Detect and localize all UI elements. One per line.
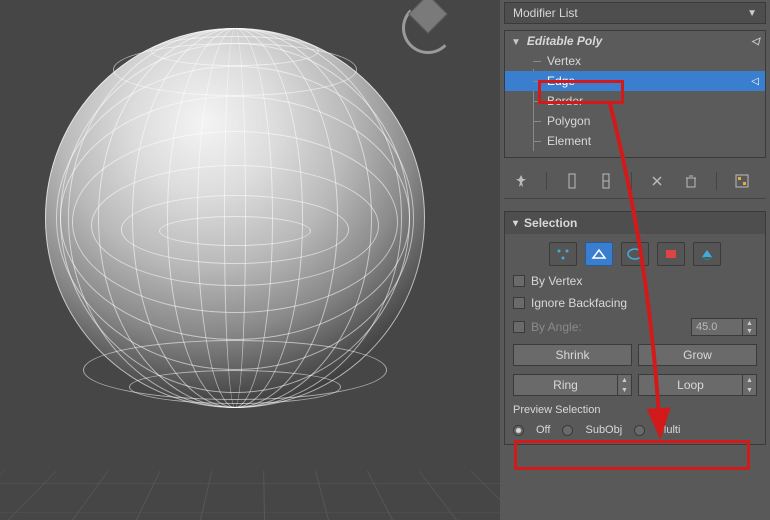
checkbox-icon xyxy=(513,321,525,333)
chevron-down-icon: ▼ xyxy=(747,8,757,19)
subobject-label: Edge xyxy=(547,74,575,88)
by-angle-row: By Angle: ▲▼ xyxy=(513,318,757,336)
flyout-icon: ◁ xyxy=(751,36,759,47)
preview-selection-label: Preview Selection xyxy=(513,404,757,416)
loop-spinner[interactable]: ▲▼ xyxy=(743,374,757,396)
selection-rollout-header[interactable]: ▾ Selection xyxy=(505,212,765,234)
subobject-element[interactable]: Element xyxy=(505,131,765,151)
spinner-down-icon: ▼ xyxy=(743,385,756,395)
by-angle-label: By Angle: xyxy=(531,320,582,334)
viewport-3d[interactable] xyxy=(0,0,500,520)
subobject-label: Element xyxy=(547,134,591,148)
preview-selection-radios: Off SubObj Multi xyxy=(513,424,757,436)
subobject-label: Polygon xyxy=(547,114,590,128)
select-polygon-icon[interactable] xyxy=(657,242,685,266)
ring-spinner[interactable]: ▲▼ xyxy=(618,374,632,396)
radio-multi-label: Multi xyxy=(657,424,680,436)
shrink-label: Shrink xyxy=(513,344,632,366)
select-border-icon[interactable] xyxy=(621,242,649,266)
grow-label: Grow xyxy=(638,344,757,366)
subobject-border[interactable]: Border xyxy=(505,91,765,111)
subobject-polygon[interactable]: Polygon xyxy=(505,111,765,131)
loop-label: Loop xyxy=(638,374,743,396)
modifier-stack: ▼ Editable Poly ◁ Vertex Edge ◁ Border Po… xyxy=(504,30,766,158)
loop-button[interactable]: Loop ▲▼ xyxy=(638,374,757,396)
shrink-button[interactable]: Shrink xyxy=(513,344,632,366)
sphere-object[interactable] xyxy=(45,28,425,408)
by-vertex-checkbox[interactable]: By Vertex xyxy=(513,274,757,288)
modifier-list-label: Modifier List xyxy=(513,6,578,20)
ignore-backfacing-checkbox[interactable]: Ignore Backfacing xyxy=(513,296,757,310)
collapse-arrow-icon: ▾ xyxy=(513,218,518,229)
modifier-list-dropdown[interactable]: Modifier List ▼ xyxy=(504,2,766,24)
make-unique-icon[interactable] xyxy=(597,172,615,190)
subobject-icon-row xyxy=(513,242,757,266)
ring-label: Ring xyxy=(513,374,618,396)
ignore-backfacing-label: Ignore Backfacing xyxy=(531,296,627,310)
radio-off[interactable] xyxy=(513,425,524,436)
stack-root[interactable]: ▼ Editable Poly ◁ xyxy=(505,31,765,51)
by-angle-spinner: ▲▼ xyxy=(691,318,757,336)
flyout-icon: ◁ xyxy=(751,76,759,87)
subobject-label: Border xyxy=(547,94,583,108)
select-edge-icon[interactable] xyxy=(585,242,613,266)
stack-toolshelf xyxy=(504,164,766,199)
checkbox-icon xyxy=(513,275,525,287)
spinner-up-icon: ▲ xyxy=(743,319,756,327)
remove-modifier-icon[interactable] xyxy=(648,172,666,190)
by-vertex-label: By Vertex xyxy=(531,274,582,288)
by-angle-input xyxy=(691,318,743,336)
grow-button[interactable]: Grow xyxy=(638,344,757,366)
trash-icon[interactable] xyxy=(682,172,700,190)
pin-icon[interactable] xyxy=(512,172,530,190)
select-element-icon[interactable] xyxy=(693,242,721,266)
radio-subobj-label: SubObj xyxy=(585,424,622,436)
stack-root-label: Editable Poly xyxy=(527,34,602,48)
subobject-edge[interactable]: Edge ◁ xyxy=(505,71,765,91)
radio-subobj[interactable] xyxy=(562,425,573,436)
spinner-down-icon: ▼ xyxy=(743,327,756,335)
collapse-arrow-icon: ▼ xyxy=(511,37,521,48)
select-vertex-icon[interactable] xyxy=(549,242,577,266)
radio-multi[interactable] xyxy=(634,425,645,436)
radio-off-label: Off xyxy=(536,424,550,436)
subobject-vertex[interactable]: Vertex xyxy=(505,51,765,71)
ring-button[interactable]: Ring ▲▼ xyxy=(513,374,632,396)
ground-grid xyxy=(0,471,500,520)
subobject-label: Vertex xyxy=(547,54,581,68)
spinner-down-icon: ▼ xyxy=(618,385,631,395)
configure-icon[interactable] xyxy=(733,172,751,190)
show-end-result-icon[interactable] xyxy=(563,172,581,190)
spinner-up-icon: ▲ xyxy=(743,375,756,385)
modify-panel: Modifier List ▼ ▼ Editable Poly ◁ Vertex … xyxy=(500,0,770,520)
checkbox-icon xyxy=(513,297,525,309)
spinner-up-icon: ▲ xyxy=(618,375,631,385)
viewcube[interactable] xyxy=(392,0,464,64)
sphere-mesh xyxy=(45,28,425,408)
selection-rollout: ▾ Selection By Vertex Ignore Backfacing xyxy=(504,211,766,445)
selection-title: Selection xyxy=(524,216,577,230)
